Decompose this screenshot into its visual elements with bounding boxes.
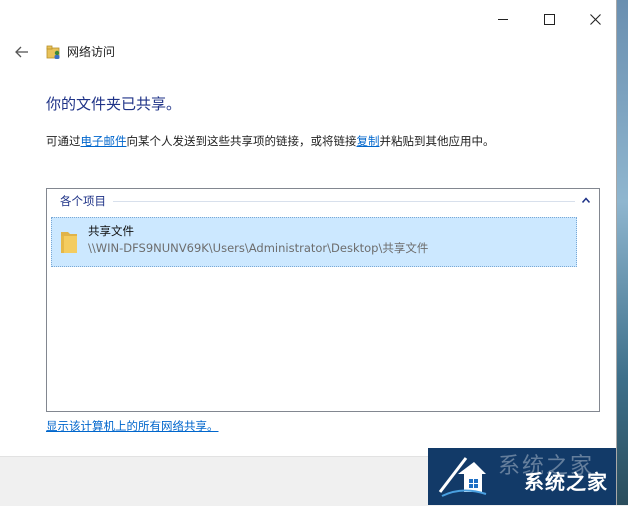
folder-icon bbox=[61, 232, 77, 253]
close-button[interactable] bbox=[572, 0, 618, 38]
share-description: 可通过电子邮件向某个人发送到这些共享项的链接，或将链接复制并粘贴到其他应用中。 bbox=[46, 133, 495, 149]
close-icon bbox=[589, 13, 601, 25]
watermark-text: 系统之家 bbox=[524, 470, 608, 494]
desc-text-3: 并粘贴到其他应用中。 bbox=[379, 134, 495, 148]
desc-text-2: 向某个人发送到这些共享项的链接，或将链接 bbox=[126, 134, 357, 148]
watermark-logo: 系统之家 系统之家 bbox=[428, 448, 616, 505]
maximize-button[interactable] bbox=[526, 0, 572, 38]
chevron-up-icon bbox=[581, 197, 591, 203]
maximize-icon bbox=[543, 13, 555, 25]
back-arrow-icon bbox=[15, 46, 28, 58]
network-sharing-icon bbox=[46, 45, 60, 59]
navigation-bar: 网络访问 bbox=[0, 38, 616, 66]
item-name: 共享文件 bbox=[88, 224, 134, 238]
shared-items-list[interactable]: 各个项目 共享文件 \\WIN-DFS9NUNV69K\Users\Admini… bbox=[46, 188, 600, 412]
group-header[interactable]: 各个项目 bbox=[47, 189, 599, 213]
group-divider bbox=[113, 201, 575, 202]
email-link[interactable]: 电子邮件 bbox=[81, 134, 127, 148]
house-logo-icon bbox=[438, 457, 487, 497]
title-bar bbox=[0, 0, 616, 38]
show-all-shares-link[interactable]: 显示该计算机上的所有网络共享。 bbox=[46, 419, 219, 434]
window-title: 网络访问 bbox=[67, 45, 116, 59]
minimize-button[interactable] bbox=[480, 0, 526, 38]
copy-link[interactable]: 复制 bbox=[357, 134, 380, 148]
back-button[interactable] bbox=[10, 41, 34, 63]
item-path: \\WIN-DFS9NUNV69K\Users\Administrator\De… bbox=[88, 241, 429, 255]
group-label: 各个项目 bbox=[60, 194, 106, 208]
list-item[interactable]: 共享文件 \\WIN-DFS9NUNV69K\Users\Administrat… bbox=[51, 217, 577, 267]
network-access-dialog: 网络访问 你的文件夹已共享。 可通过电子邮件向某个人发送到这些共享项的链接，或将… bbox=[0, 0, 617, 506]
page-heading: 你的文件夹已共享。 bbox=[46, 95, 182, 113]
minimize-icon bbox=[498, 18, 508, 20]
desc-text-1: 可通过 bbox=[46, 134, 81, 148]
collapse-button[interactable] bbox=[579, 194, 593, 208]
